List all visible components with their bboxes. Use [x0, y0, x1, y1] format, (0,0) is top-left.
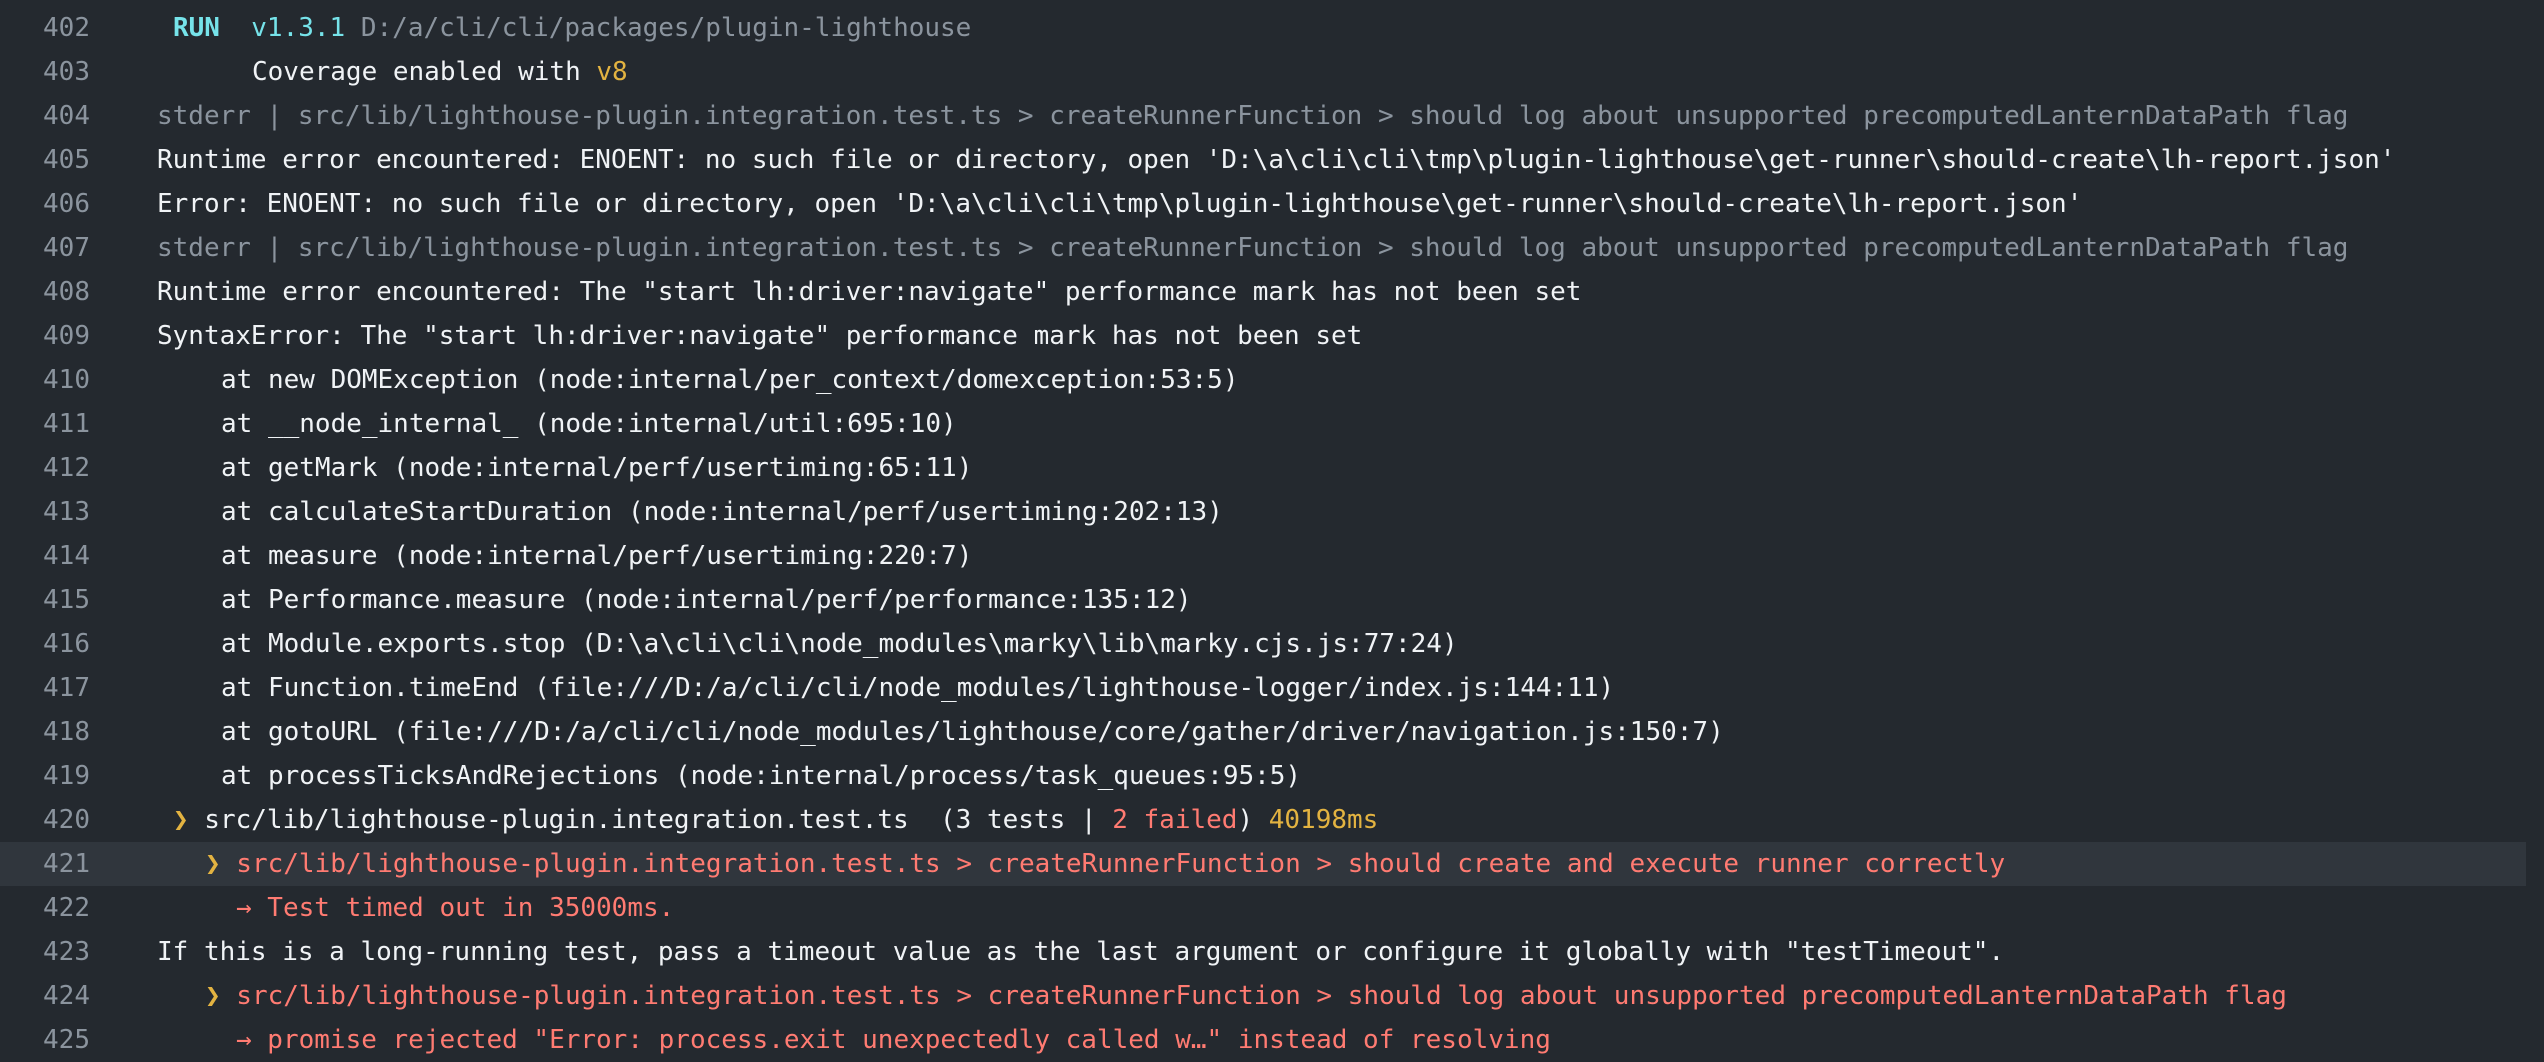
line-number[interactable]: 416: [0, 629, 90, 659]
line-number[interactable]: 406: [0, 189, 90, 219]
log-text: at Module.exports.stop (D:\a\cli\cli\nod…: [221, 629, 1458, 659]
line-number[interactable]: 421: [0, 849, 90, 879]
chevron-right-icon: ❯: [205, 981, 221, 1011]
line-number[interactable]: 409: [0, 321, 90, 351]
log-text: SyntaxError: The "start lh:driver:naviga…: [157, 321, 1363, 351]
stack-frame: 414 at measure (node:internal/perf/usert…: [0, 534, 2544, 578]
log-text: at getMark (node:internal/perf/usertimin…: [221, 453, 973, 483]
chevron-right-icon: ❯: [205, 849, 221, 879]
failure-reason: 422 → Test timed out in 35000ms.: [0, 886, 2544, 930]
line-number[interactable]: 411: [0, 409, 90, 439]
log-text: at calculateStartDuration (node:internal…: [221, 497, 1223, 527]
log-line: 423 If this is a long-running test, pass…: [0, 930, 2544, 974]
stack-frame: 410 at new DOMException (node:internal/p…: [0, 358, 2544, 402]
line-number[interactable]: 410: [0, 365, 90, 395]
failed-test-name: src/lib/lighthouse-plugin.integration.te…: [220, 981, 2287, 1011]
log-output: 402 RUN v1.3.1 D:/a/cli/cli/packages/plu…: [0, 0, 2544, 1062]
failed-test-line: 421 ❯ src/lib/lighthouse-plugin.integrat…: [0, 842, 2526, 886]
line-number[interactable]: 418: [0, 717, 90, 747]
log-text: Runtime error encountered: ENOENT: no su…: [157, 145, 2396, 175]
log-line: 403 Coverage enabled with v8: [0, 50, 2544, 94]
log-text: Runtime error encountered: The "start lh…: [157, 277, 1582, 307]
stack-frame: 416 at Module.exports.stop (D:\a\cli\cli…: [0, 622, 2544, 666]
test-duration: 40198ms: [1268, 805, 1379, 835]
log-text: Error: ENOENT: no such file or directory…: [157, 189, 2083, 219]
stack-frame: 419 at processTicksAndRejections (node:i…: [0, 754, 2544, 798]
run-badge: RUN: [173, 13, 220, 43]
log-text: → Test timed out in 35000ms.: [236, 893, 675, 923]
line-number[interactable]: 414: [0, 541, 90, 571]
line-number[interactable]: 405: [0, 145, 90, 175]
log-text: stderr | src/lib/lighthouse-plugin.integ…: [157, 233, 2349, 263]
log-text: → promise rejected "Error: process.exit …: [236, 1025, 1551, 1055]
log-text: ❯ src/lib/lighthouse-plugin.integration.…: [157, 849, 2005, 879]
line-number[interactable]: 417: [0, 673, 90, 703]
log-text: ❯ src/lib/lighthouse-plugin.integration.…: [157, 805, 1378, 835]
log-text: Coverage enabled with v8: [157, 57, 628, 87]
line-number[interactable]: 423: [0, 937, 90, 967]
log-text: at Function.timeEnd (file:///D:/a/cli/cl…: [221, 673, 1615, 703]
test-file-summary: 420 ❯ src/lib/lighthouse-plugin.integrat…: [0, 798, 2544, 842]
log-line: 407 stderr | src/lib/lighthouse-plugin.i…: [0, 226, 2544, 270]
failed-count: 2 failed: [1112, 805, 1238, 835]
stack-frame: 417 at Function.timeEnd (file:///D:/a/cl…: [0, 666, 2544, 710]
log-text: stderr | src/lib/lighthouse-plugin.integ…: [157, 101, 2349, 131]
test-file-path: src/lib/lighthouse-plugin.integration.te…: [188, 805, 1113, 835]
coverage-text: Coverage enabled with: [252, 57, 597, 87]
log-line: 404 stderr | src/lib/lighthouse-plugin.i…: [0, 94, 2544, 138]
line-number[interactable]: 424: [0, 981, 90, 1011]
log-text: If this is a long-running test, pass a t…: [157, 937, 2005, 967]
log-line: 402 RUN v1.3.1 D:/a/cli/cli/packages/plu…: [0, 6, 2544, 50]
stack-frame: 413 at calculateStartDuration (node:inte…: [0, 490, 2544, 534]
log-line: 409 SyntaxError: The "start lh:driver:na…: [0, 314, 2544, 358]
log-line: 408 Runtime error encountered: The "star…: [0, 270, 2544, 314]
log-line: 406 Error: ENOENT: no such file or direc…: [0, 182, 2544, 226]
log-text: ❯ src/lib/lighthouse-plugin.integration.…: [157, 981, 2287, 1011]
line-number[interactable]: 413: [0, 497, 90, 527]
stack-frame: 418 at gotoURL (file:///D:/a/cli/cli/nod…: [0, 710, 2544, 754]
log-text: at measure (node:internal/perf/usertimin…: [221, 541, 973, 571]
line-number[interactable]: 402: [0, 13, 90, 43]
log-line: 405 Runtime error encountered: ENOENT: n…: [0, 138, 2544, 182]
failed-test-name: src/lib/lighthouse-plugin.integration.te…: [220, 849, 2006, 879]
log-text: at __node_internal_ (node:internal/util:…: [221, 409, 957, 439]
line-number[interactable]: 404: [0, 101, 90, 131]
log-text: at gotoURL (file:///D:/a/cli/cli/node_mo…: [221, 717, 1724, 747]
failure-reason: 425 → promise rejected "Error: process.e…: [0, 1018, 2544, 1062]
line-number[interactable]: 415: [0, 585, 90, 615]
log-text: at new DOMException (node:internal/per_c…: [221, 365, 1239, 395]
package-path: D:/a/cli/cli/packages/plugin-lighthouse: [360, 13, 972, 43]
line-number[interactable]: 407: [0, 233, 90, 263]
failed-test-line: 424 ❯ src/lib/lighthouse-plugin.integrat…: [0, 974, 2544, 1018]
coverage-provider: v8: [596, 57, 628, 87]
chevron-right-icon: ❯: [173, 805, 189, 835]
line-number[interactable]: 408: [0, 277, 90, 307]
log-text: RUN v1.3.1 D:/a/cli/cli/packages/plugin-…: [157, 13, 971, 43]
stack-frame: 412 at getMark (node:internal/perf/usert…: [0, 446, 2544, 490]
line-number[interactable]: 403: [0, 57, 90, 87]
line-number[interactable]: 412: [0, 453, 90, 483]
version-label: v1.3.1: [251, 13, 346, 43]
log-text: at Performance.measure (node:internal/pe…: [221, 585, 1192, 615]
summary-close: ): [1237, 805, 1254, 835]
line-number[interactable]: 419: [0, 761, 90, 791]
line-number[interactable]: 420: [0, 805, 90, 835]
stack-frame: 411 at __node_internal_ (node:internal/u…: [0, 402, 2544, 446]
line-number[interactable]: 425: [0, 1025, 90, 1055]
line-number[interactable]: 422: [0, 893, 90, 923]
log-text: at processTicksAndRejections (node:inter…: [221, 761, 1302, 791]
stack-frame: 415 at Performance.measure (node:interna…: [0, 578, 2544, 622]
